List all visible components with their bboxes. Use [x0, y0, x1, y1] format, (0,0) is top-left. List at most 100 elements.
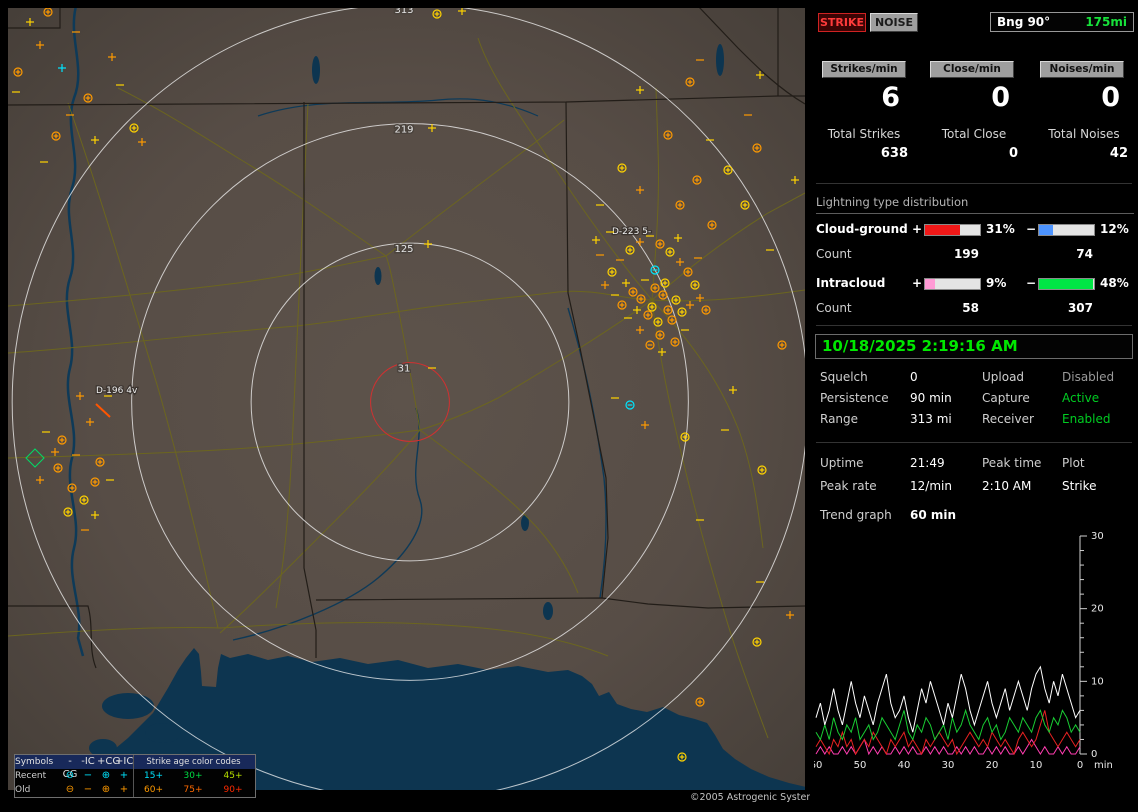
uptime-value: 21:49	[910, 456, 945, 470]
ic-negative-pct: 48%	[1100, 276, 1129, 290]
circle-minus-icon: ⊖	[65, 770, 75, 781]
close-per-min-chip[interactable]: Close/min	[930, 61, 1014, 78]
y-tick-label: 0	[1091, 749, 1097, 760]
lake	[312, 56, 320, 84]
ic-negative-bar	[1038, 278, 1095, 290]
lake	[145, 723, 181, 743]
datetime-text: 10/18/2025 2:19:16 AM	[822, 337, 1018, 355]
minus-sign: −	[1026, 276, 1037, 290]
total-noises-value: 42	[1109, 146, 1128, 161]
lake	[102, 693, 154, 719]
plus-icon: +	[119, 770, 129, 781]
age-code: 45+	[223, 771, 243, 781]
x-tick-label: 10	[1030, 760, 1043, 771]
lake	[374, 267, 382, 285]
total-noises-label: Total Noises	[1048, 127, 1120, 141]
upload-label: Upload	[982, 370, 1025, 384]
ic-negative-count: 307	[1067, 301, 1093, 315]
minus-icon: −	[83, 770, 93, 781]
uptime-label: Uptime	[820, 456, 864, 470]
trend-series-total-strikes	[815, 665, 1081, 733]
plus-sign: +	[912, 276, 923, 290]
y-tick-label: 20	[1091, 604, 1104, 615]
storm-cell-label: D-196 4v	[96, 386, 138, 396]
cg-positive-count: 199	[953, 247, 979, 261]
close-per-min-value: 0	[991, 82, 1010, 113]
peak-time-value: 2:10 AM	[982, 479, 1032, 493]
strike-legend: Symbols -CG -IC +CG +IC Strike age color…	[14, 754, 256, 798]
bearing-display: Bng 90° 175mi	[990, 12, 1134, 32]
receiver-label: Receiver	[982, 412, 1034, 426]
strikes-per-min-chip[interactable]: Strikes/min	[822, 61, 906, 78]
map-canvas: 313 219 125 31 D-223 5- D-196 4v	[5, 4, 809, 801]
minus-sign: −	[1026, 222, 1037, 236]
peak-rate-label: Peak rate	[820, 479, 877, 493]
total-close-value: 0	[1008, 146, 1018, 161]
bearing-value: 175mi	[1085, 15, 1127, 29]
age-code: 60+	[133, 783, 173, 797]
range-value: 313 mi	[910, 412, 952, 426]
legend-recent-label: Recent	[15, 771, 47, 781]
circle-plus-icon: ⊕	[101, 784, 111, 795]
count-label: Count	[816, 247, 852, 261]
ic-positive-count: 58	[962, 301, 979, 315]
lake	[543, 602, 553, 620]
plus-icon: +	[119, 784, 129, 795]
cg-negative-pct: 12%	[1100, 222, 1129, 236]
ic-positive-bar	[924, 278, 981, 290]
noises-per-min-value: 0	[1101, 82, 1120, 113]
peak-time-label: Peak time	[982, 456, 1042, 470]
age-code: 90+	[223, 785, 243, 795]
range-ring-label: 219	[394, 125, 413, 136]
strike-button[interactable]: STRIKE	[818, 13, 866, 32]
count-label: Count	[816, 301, 852, 315]
intracloud-label: Intracloud	[816, 276, 886, 290]
total-strikes-value: 638	[880, 146, 908, 161]
trend-window-value: 60 min	[910, 508, 957, 522]
range-ring-label: 313	[394, 8, 413, 16]
receiver-value: Enabled	[1062, 412, 1111, 426]
distribution-title: Lightning type distribution	[816, 195, 1134, 214]
cloud-ground-label: Cloud-ground	[816, 222, 908, 236]
storm-cell-label: D-223 5-	[612, 227, 651, 237]
y-tick-label: 10	[1091, 676, 1104, 687]
cg-positive-bar	[924, 224, 981, 236]
noise-button[interactable]: NOISE	[870, 13, 918, 32]
minus-icon: −	[83, 784, 93, 795]
trend-series-cloud-ground	[815, 710, 1081, 756]
age-code: 15+	[133, 769, 173, 783]
squelch-value: 0	[910, 370, 918, 384]
noises-per-min-chip[interactable]: Noises/min	[1040, 61, 1124, 78]
plus-sign: +	[912, 222, 923, 236]
lightning-map[interactable]: 313 219 125 31 D-223 5- D-196 4v	[5, 4, 809, 801]
x-tick-label: 0	[1077, 760, 1083, 771]
plot-value: Strike	[1062, 479, 1097, 493]
strikes-per-min-value: 6	[881, 82, 900, 113]
peak-rate-value: 12/min	[910, 479, 952, 493]
total-close-label: Total Close	[941, 127, 1007, 141]
upload-value: Disabled	[1062, 370, 1115, 384]
y-tick-label: 30	[1091, 531, 1104, 542]
squelch-label: Squelch	[820, 370, 868, 384]
circle-plus-icon: ⊕	[101, 770, 111, 781]
range-label: Range	[820, 412, 859, 426]
x-tick-label: 60	[814, 760, 822, 771]
age-code: 75+	[183, 785, 203, 795]
trend-graph: 01020306050403020100min	[814, 530, 1130, 782]
age-code: 30+	[183, 771, 203, 781]
cg-negative-count: 74	[1076, 247, 1093, 261]
datetime-display: 10/18/2025 2:19:16 AM	[815, 334, 1133, 359]
x-tick-label: 50	[854, 760, 867, 771]
x-tick-label: 30	[942, 760, 955, 771]
total-strikes-label: Total Strikes	[827, 127, 901, 141]
cg-negative-bar	[1038, 224, 1095, 236]
plot-label: Plot	[1062, 456, 1085, 470]
capture-value: Active	[1062, 391, 1100, 405]
control-panel: STRIKE NOISE Bng 90° 175mi Strikes/min C…	[810, 0, 1138, 812]
legend-old-label: Old	[15, 785, 31, 795]
trend-graph-label: Trend graph	[820, 508, 892, 522]
cg-positive-pct: 31%	[986, 222, 1015, 236]
ic-positive-pct: 9%	[986, 276, 1007, 290]
persistence-label: Persistence	[820, 391, 889, 405]
capture-label: Capture	[982, 391, 1030, 405]
